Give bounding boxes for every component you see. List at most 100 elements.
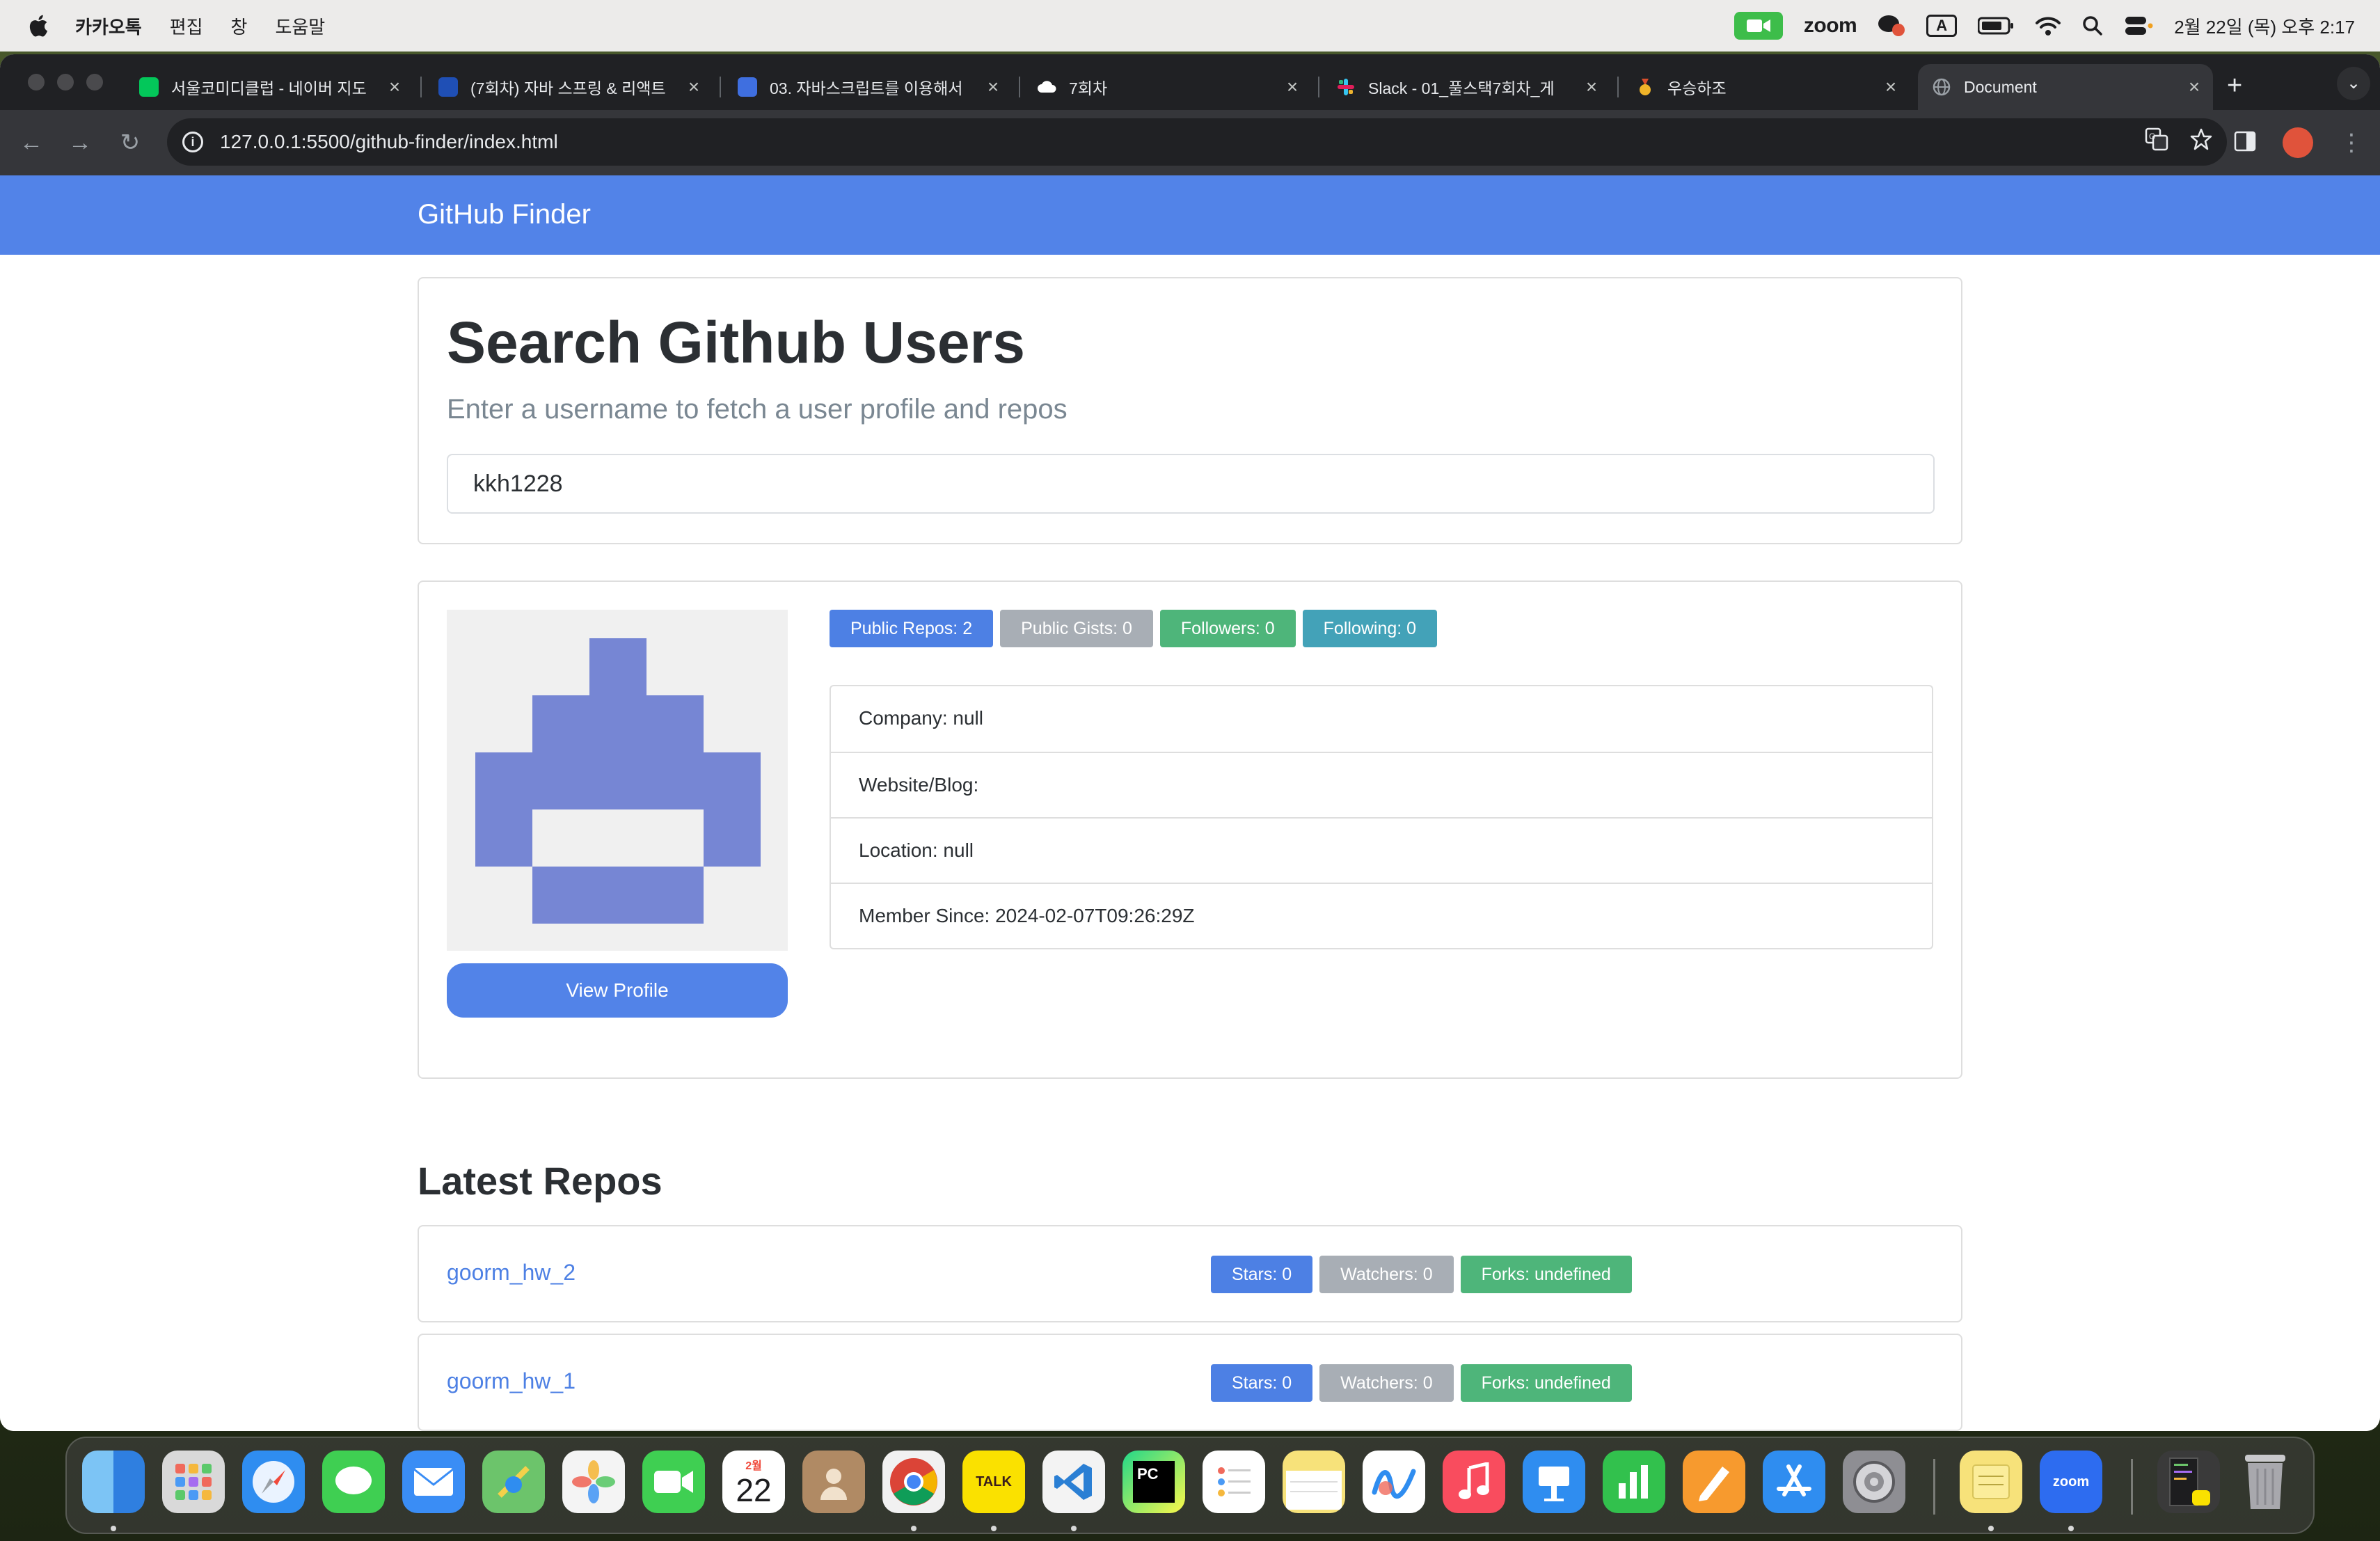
close-window-button[interactable] (28, 74, 45, 90)
pycharm-icon[interactable]: PC (1122, 1451, 1185, 1513)
downloads-stack-icon[interactable] (2157, 1451, 2220, 1513)
course-favicon-icon (438, 77, 458, 97)
search-title: Search Github Users (447, 310, 1025, 375)
running-indicator (2068, 1526, 2074, 1531)
menu-help[interactable]: 도움말 (275, 13, 325, 39)
search-subtitle: Enter a username to fetch a user profile… (447, 394, 1068, 425)
forks-badge: Forks: undefined (1460, 1256, 1632, 1293)
pages-icon[interactable] (1683, 1451, 1745, 1513)
new-tab-button[interactable]: + (2227, 71, 2242, 101)
username-search-input[interactable] (447, 454, 1935, 514)
music-icon[interactable] (1443, 1451, 1505, 1513)
reminders-icon[interactable] (1203, 1451, 1265, 1513)
tab-title: Slack - 01_풀스택7회차_게 (1368, 79, 1555, 97)
site-info-icon[interactable]: i (182, 132, 203, 152)
zoom-window-button[interactable] (86, 74, 103, 90)
close-tab-icon[interactable]: × (1282, 76, 1303, 98)
close-tab-icon[interactable]: × (384, 76, 405, 98)
calendar-icon[interactable]: 2월 22 (722, 1451, 785, 1513)
running-indicator (911, 1526, 917, 1531)
menubar-status-area: zoom A 2월 22일 (목) 오후 2:17 (1734, 0, 2355, 52)
vscode-icon[interactable] (1042, 1451, 1105, 1513)
close-tab-icon[interactable]: × (1581, 76, 1602, 98)
tab-javascript-lesson[interactable]: 03. 자바스크립트를 이용해서 × (724, 64, 1012, 110)
minimize-window-button[interactable] (57, 74, 74, 90)
freeform-icon[interactable] (1363, 1451, 1425, 1513)
tab-naver-map[interactable]: 서울코미디클럽 - 네이버 지도 × (125, 64, 413, 110)
address-url[interactable]: 127.0.0.1:5500/github-finder/index.html (220, 131, 558, 153)
browser-toolbar: ← → ↻ i 127.0.0.1:5500/github-finder/ind… (0, 110, 2380, 175)
menubar-clock[interactable]: 2월 22일 (목) 오후 2:17 (2174, 13, 2355, 39)
tab-winning-team[interactable]: 우승하조 × (1621, 64, 1910, 110)
close-tab-icon[interactable]: × (1880, 76, 1901, 98)
forward-arrow-icon[interactable]: → (63, 125, 97, 160)
messages-icon[interactable] (322, 1451, 385, 1513)
address-bar-actions: G (2145, 118, 2227, 166)
wifi-icon[interactable] (2035, 15, 2061, 36)
repo-link[interactable]: goorm_hw_2 (447, 1260, 576, 1286)
battery-icon[interactable] (1978, 17, 2014, 35)
tab-slack[interactable]: Slack - 01_풀스택7회차_게 × (1322, 64, 1610, 110)
side-panel-icon[interactable] (2234, 131, 2256, 155)
address-bar[interactable]: i 127.0.0.1:5500/github-finder/index.htm… (167, 118, 2227, 166)
finder-icon[interactable] (82, 1451, 145, 1513)
video-camera-icon[interactable] (1734, 12, 1783, 40)
tab-document-active[interactable]: Document × (1918, 64, 2213, 110)
notes-icon[interactable] (1283, 1451, 1345, 1513)
chrome-icon[interactable] (882, 1451, 945, 1513)
keynote-icon[interactable] (1523, 1451, 1585, 1513)
control-center-icon[interactable] (2124, 15, 2153, 37)
bookmark-star-icon[interactable] (2189, 127, 2213, 157)
close-tab-icon[interactable]: × (983, 76, 1003, 98)
zoom-app-icon[interactable]: zoom (2040, 1451, 2102, 1513)
close-tab-icon[interactable]: × (2184, 76, 2205, 98)
maps-icon[interactable] (482, 1451, 545, 1513)
lesson-favicon-icon (738, 77, 757, 97)
repo-stats-badges: Stars: 0 Watchers: 0 Forks: undefined (1211, 1364, 1632, 1402)
trash-icon[interactable] (2234, 1451, 2296, 1513)
watchers-badge: Watchers: 0 (1319, 1256, 1454, 1293)
system-settings-icon[interactable] (1843, 1451, 1905, 1513)
tab-java-spring-react[interactable]: (7회차) 자바 스프링 & 리액트 × (425, 64, 713, 110)
stars-badge: Stars: 0 (1211, 1364, 1313, 1402)
menu-window[interactable]: 창 (231, 13, 248, 39)
safari-icon[interactable] (242, 1451, 305, 1513)
zoom-status-item[interactable]: zoom (1804, 14, 1857, 38)
navbar-brand[interactable]: GitHub Finder (418, 199, 591, 230)
more-menu-icon[interactable]: ⋮ (2340, 129, 2363, 157)
input-source-indicator[interactable]: A (1926, 15, 1958, 37)
back-arrow-icon[interactable]: ← (14, 125, 49, 160)
view-profile-button[interactable]: View Profile (447, 963, 788, 1018)
profile-avatar-icon[interactable] (2283, 127, 2313, 158)
dock-separator (1933, 1459, 1935, 1515)
tab-title: 7회차 (1069, 79, 1108, 97)
svg-text:G: G (2149, 132, 2155, 141)
launchpad-icon[interactable] (162, 1451, 225, 1513)
tab-title: (7회차) 자바 스프링 & 리액트 (470, 79, 666, 97)
numbers-icon[interactable] (1603, 1451, 1665, 1513)
tab-session-7[interactable]: 7회차 × (1023, 64, 1311, 110)
reload-icon[interactable]: ↻ (113, 125, 148, 160)
spotlight-search-icon[interactable] (2082, 15, 2103, 36)
facetime-icon[interactable] (642, 1451, 705, 1513)
translate-icon[interactable]: G (2145, 127, 2168, 157)
contacts-icon[interactable] (802, 1451, 865, 1513)
close-tab-icon[interactable]: × (683, 76, 704, 98)
tab-title: 서울코미디클럽 - 네이버 지도 (171, 79, 367, 97)
pycharm-label: PC (1133, 1461, 1175, 1503)
repo-link[interactable]: goorm_hw_1 (447, 1368, 576, 1394)
identicon-image (475, 638, 761, 924)
apple-menu-icon[interactable] (28, 14, 49, 38)
chat-notification-icon[interactable] (1878, 13, 1905, 38)
stickies-icon[interactable] (1960, 1451, 2022, 1513)
kakaotalk-icon[interactable]: TALK (962, 1451, 1025, 1513)
toolbar-actions: ⋮ (2234, 125, 2363, 160)
menu-app-name[interactable]: 카카오톡 (75, 13, 142, 39)
mail-icon[interactable] (402, 1451, 465, 1513)
app-store-icon[interactable] (1763, 1451, 1825, 1513)
location-item: Location: null (831, 817, 1932, 883)
menu-edit[interactable]: 편집 (170, 13, 203, 39)
tab-divider (420, 77, 422, 97)
tab-search-chevron-icon[interactable]: ⌄ (2337, 67, 2370, 100)
photos-icon[interactable] (562, 1451, 625, 1513)
